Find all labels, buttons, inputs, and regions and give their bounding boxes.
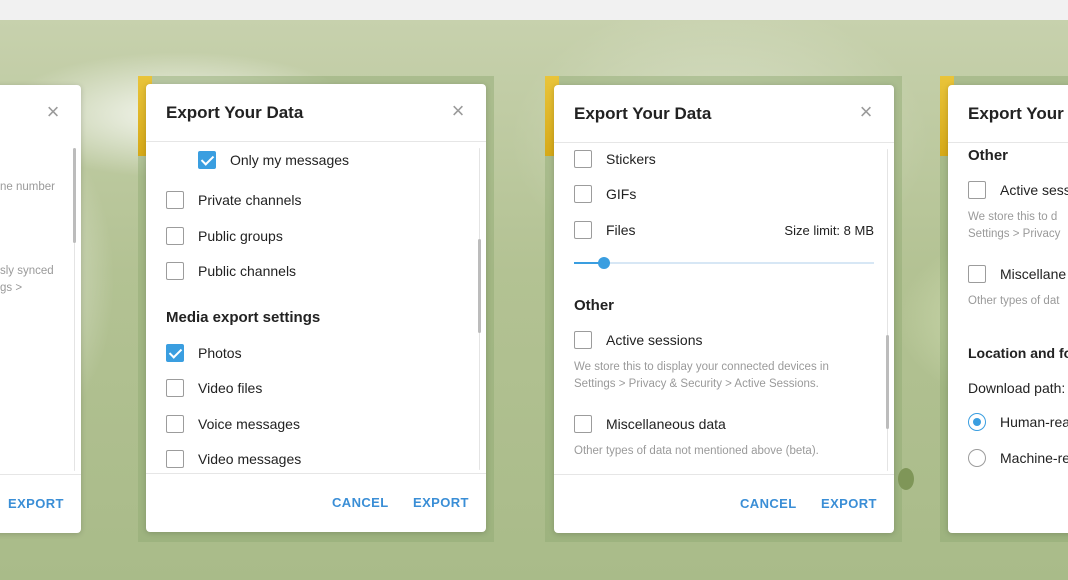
scrollbar-track bbox=[74, 243, 75, 471]
option-label: Public channels bbox=[198, 263, 297, 279]
option-label: Voice messages bbox=[198, 416, 300, 432]
checkbox-icon[interactable] bbox=[574, 415, 592, 433]
option-label: Active sessions bbox=[606, 332, 703, 348]
checkbox-icon[interactable] bbox=[166, 227, 184, 245]
option-label: Video files bbox=[198, 380, 263, 396]
dialog-title: Export Your bbox=[968, 104, 1064, 123]
export-dialog-1: × ne number sly synced gs > EXPORT bbox=[0, 85, 81, 533]
option-label: Public groups bbox=[198, 228, 283, 244]
option-label: Private channels bbox=[198, 192, 302, 208]
option-label: Miscellaneous data bbox=[606, 416, 726, 432]
checkbox-icon[interactable] bbox=[166, 344, 184, 362]
export-button[interactable]: EXPORT bbox=[821, 496, 877, 511]
option-label: Miscellane bbox=[1000, 266, 1067, 282]
checkbox-icon[interactable] bbox=[198, 151, 216, 169]
hint-text: We store this to d bbox=[968, 211, 1058, 223]
section-heading-media: Media export settings bbox=[166, 309, 321, 326]
hint-text: gs > bbox=[0, 282, 23, 294]
export-dialog-2: Export Your Data × Only my messages Priv… bbox=[146, 84, 486, 532]
checkbox-icon[interactable] bbox=[968, 265, 986, 283]
checkbox-icon[interactable] bbox=[166, 379, 184, 397]
export-button[interactable]: EXPORT bbox=[8, 496, 64, 511]
dialog-footer: CANCEL EXPORT bbox=[554, 474, 894, 533]
scrollbar[interactable] bbox=[886, 335, 889, 429]
checkbox-icon[interactable] bbox=[166, 262, 184, 280]
section-heading-other: Other bbox=[574, 297, 615, 314]
option-label: Files bbox=[606, 222, 636, 238]
export-dialog-4: Export Your Other Active sess We store t… bbox=[948, 85, 1068, 533]
slider-handle[interactable] bbox=[598, 257, 610, 269]
option-label: Photos bbox=[198, 345, 242, 361]
scrollbar[interactable] bbox=[478, 239, 481, 333]
option-label: Machine-re bbox=[1000, 450, 1068, 466]
radio-icon[interactable] bbox=[968, 413, 986, 431]
dialog-footer: EXPORT bbox=[0, 474, 81, 533]
dialog-footer: CANCEL EXPORT bbox=[146, 473, 486, 532]
checkbox-icon[interactable] bbox=[166, 191, 184, 209]
dialog-title: Export Your Data bbox=[166, 103, 304, 122]
checkbox-icon[interactable] bbox=[574, 150, 592, 168]
section-heading-location: Location and fo bbox=[968, 345, 1068, 361]
radio-icon[interactable] bbox=[968, 449, 986, 467]
option-label: Stickers bbox=[606, 151, 656, 167]
dialog-header: Export Your Data × bbox=[554, 85, 894, 143]
size-limit-slider[interactable] bbox=[574, 257, 874, 269]
section-heading-other: Other bbox=[968, 147, 1009, 164]
checkbox-icon[interactable] bbox=[574, 331, 592, 349]
checkbox-icon[interactable] bbox=[166, 415, 184, 433]
export-dialog-3: Export Your Data × Stickers GIFs Files S… bbox=[554, 85, 894, 533]
size-limit-label: Size limit: 8 MB bbox=[784, 223, 874, 238]
export-button[interactable]: EXPORT bbox=[413, 495, 469, 510]
dialog-header: Export Your Data × bbox=[146, 84, 486, 142]
option-label: Only my messages bbox=[230, 152, 350, 168]
hint-text: ne number bbox=[0, 181, 55, 193]
download-path-label: Download path: bbox=[968, 380, 1066, 396]
close-icon[interactable]: × bbox=[856, 101, 876, 123]
option-label: GIFs bbox=[606, 186, 637, 202]
background-dot bbox=[898, 468, 914, 490]
top-bar bbox=[0, 0, 1068, 20]
cancel-button[interactable]: CANCEL bbox=[332, 495, 389, 510]
checkbox-icon[interactable] bbox=[166, 450, 184, 468]
option-label: Video messages bbox=[198, 451, 302, 467]
checkbox-icon[interactable] bbox=[968, 181, 986, 199]
hint-text: Other types of dat bbox=[968, 295, 1060, 307]
active-sessions-hint: We store this to display your connected … bbox=[574, 361, 829, 390]
dialog-header: Export Your bbox=[948, 85, 1068, 143]
checkbox-icon[interactable] bbox=[574, 221, 592, 239]
dialog-header bbox=[0, 85, 81, 142]
dialog-title: Export Your Data bbox=[574, 104, 712, 123]
option-label: Human-rea bbox=[1000, 414, 1068, 430]
close-icon[interactable]: × bbox=[448, 100, 468, 122]
cancel-button[interactable]: CANCEL bbox=[740, 496, 797, 511]
checkbox-icon[interactable] bbox=[574, 185, 592, 203]
scrollbar[interactable] bbox=[73, 148, 76, 243]
misc-data-hint: Other types of data not mentioned above … bbox=[574, 445, 819, 457]
option-label: Active sess bbox=[1000, 182, 1068, 198]
hint-text: sly synced bbox=[0, 265, 54, 277]
hint-text: Settings > Privacy bbox=[968, 228, 1061, 240]
